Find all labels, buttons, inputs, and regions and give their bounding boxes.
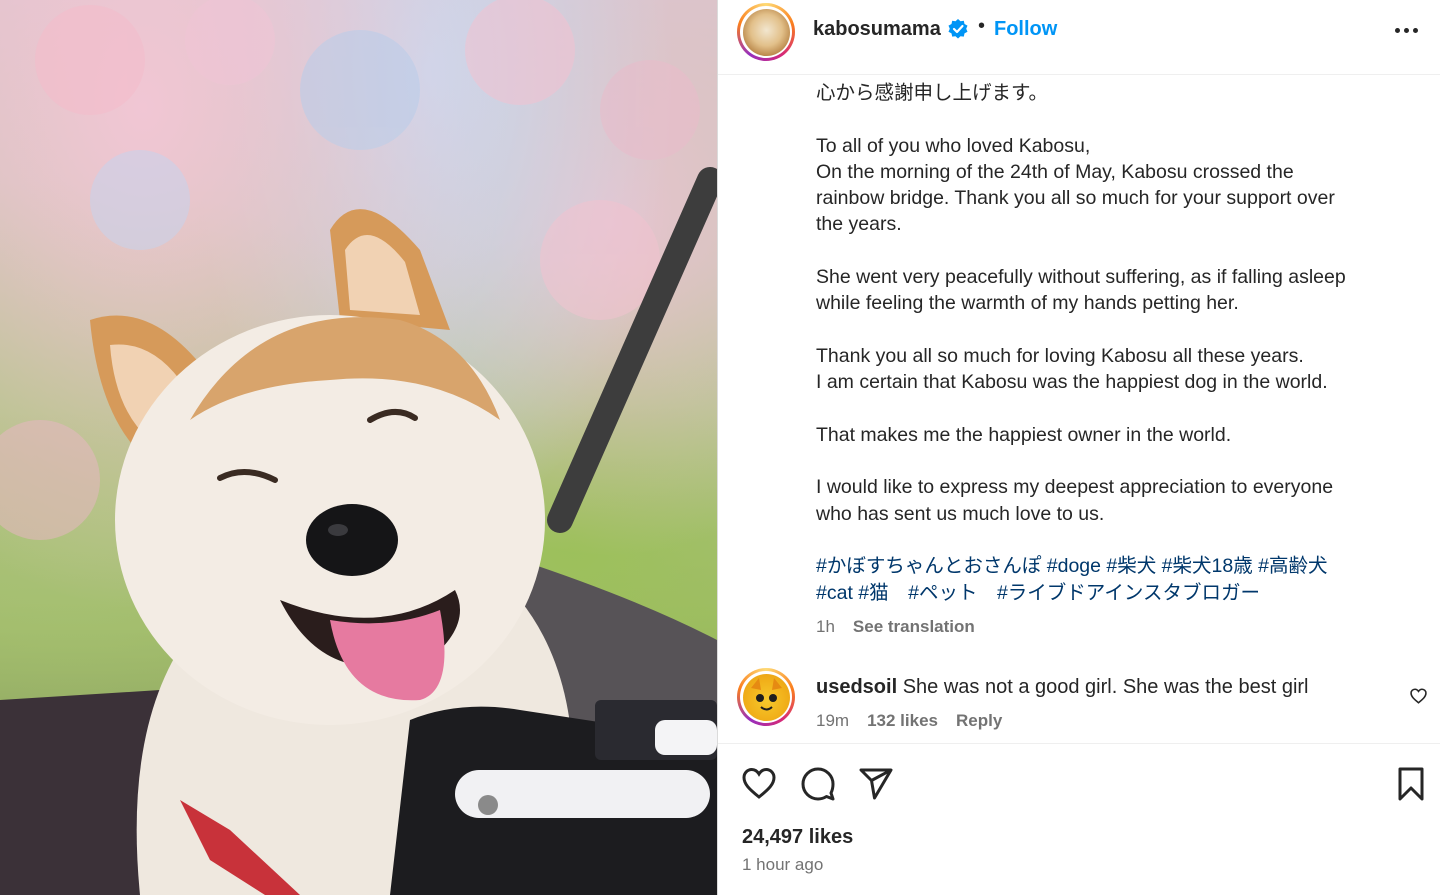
post-timestamp[interactable]: 1 hour ago [742,855,823,875]
hashtags[interactable]: #かぼすちゃんとおさんぽ #doge #柴犬 #柴犬18歳 #高齢犬 #cat … [816,553,1416,606]
post-side-panel: kabosumama • Follow 心から感謝申し上げます。 To all … [718,0,1440,895]
likes-count[interactable]: 24,497 likes [742,826,853,849]
caption-line: 心から感謝申し上げます。 [816,82,1049,104]
comment-reply-button[interactable]: Reply [956,711,1002,731]
post-actions: 24,497 likes 1 hour ago [718,743,1440,895]
paper-plane-icon[interactable] [858,766,894,802]
comment-item: usedsoil She was not a good girl. She wa… [718,668,1440,743]
post-photo [0,0,717,895]
bookmark-icon[interactable] [1393,766,1429,802]
comment-like-heart-icon[interactable] [1410,688,1427,704]
verified-badge-icon [948,19,968,39]
caption-line: She went very peacefully without sufferi… [816,266,1346,315]
comment-bubble-icon[interactable] [800,766,836,802]
separator-dot: • [978,15,986,37]
comment-body: She was not a good girl. She was the bes… [902,676,1309,698]
commenter-username[interactable]: usedsoil [816,676,897,698]
more-options-icon[interactable] [1395,28,1419,34]
post-header: kabosumama • Follow [718,0,1440,75]
caption-line: Thank you all so much for loving Kabosu … [816,344,1328,394]
author-avatar[interactable] [737,3,795,61]
post-caption: 心から感謝申し上げます。 To all of you who loved Kab… [816,80,1416,606]
comment-likes[interactable]: 132 likes [867,711,938,731]
author-username[interactable]: kabosumama [813,18,941,41]
avatar-image [742,8,790,56]
heart-icon[interactable] [741,766,777,802]
commenter-avatar-image [742,673,790,721]
comment-meta: 19m 132 likes Reply [816,711,1002,731]
follow-button[interactable]: Follow [994,18,1057,41]
caption-time: 1h [816,617,835,636]
shiba-dog-photo [0,0,717,895]
commenter-avatar[interactable] [737,668,795,726]
caption-line: That makes me the happiest owner in the … [816,423,1232,446]
see-translation-button[interactable]: See translation [853,617,975,637]
comment-text: usedsoil She was not a good girl. She wa… [816,676,1309,699]
caption-meta: 1h See translation [816,617,975,637]
caption-line: I would like to express my deepest appre… [816,476,1334,525]
comment-time: 19m [816,711,850,730]
caption-line: To all of you who loved Kabosu, On the m… [816,134,1335,236]
